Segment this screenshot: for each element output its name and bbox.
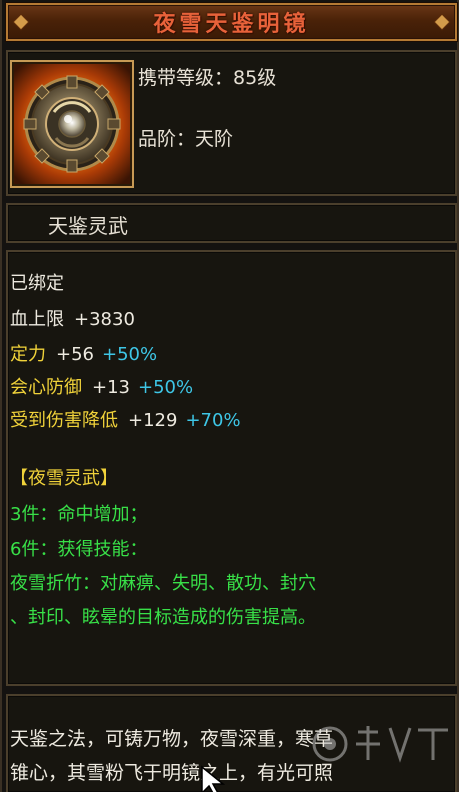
stat-name: 会心防御 (10, 377, 82, 398)
item-name: 夜雪天鉴明镜 (153, 11, 310, 37)
stat-name: 受到伤害降低 (10, 410, 118, 431)
set-bonus-6: 6件：获得技能： (10, 539, 148, 560)
stat-name: 定力 (10, 344, 46, 365)
set-title: 【夜雪灵武】 (10, 468, 118, 489)
grade-value: 天阶 (195, 128, 234, 150)
set-skill-line: 夜雪折竹：对麻痹、失明、散功、封穴 (10, 573, 316, 594)
stat-line: 会心防御 +13 +50% (10, 373, 193, 399)
stat-line: 定力 +56 +50% (10, 340, 157, 366)
bound-status: 已绑定 (10, 273, 64, 294)
stat-percent: +70% (185, 410, 241, 431)
title-ornament-right (434, 14, 450, 30)
item-title-bar: 夜雪天鉴明镜 (6, 3, 457, 41)
stat-value: +129 (128, 410, 178, 431)
carry-level-label: 携带等级： (138, 67, 234, 89)
title-ornament-left (13, 14, 29, 30)
item-tooltip: 夜雪天鉴明镜 携带等级：85级 品阶：天阶 天鉴灵武 已绑定 血上限 +3830… (0, 0, 459, 792)
stat-value: +13 (92, 377, 130, 398)
item-category: 天鉴灵武 (48, 214, 128, 238)
stat-percent: +50% (102, 344, 158, 365)
stat-value: +56 (56, 344, 94, 365)
bronze-mirror-wheel-icon[interactable] (10, 60, 134, 188)
set-skill-line: 、封印、眩晕的目标造成的伤害提高。 (10, 607, 316, 628)
grade-line: 品阶：天阶 (138, 124, 233, 151)
description-line: 锥心，其雪粉飞于明镜之上，有光可照 (10, 762, 334, 784)
stat-line: 血上限 +3830 (10, 305, 135, 331)
stat-value: +3830 (74, 309, 135, 330)
stat-name: 血上限 (10, 309, 64, 330)
stat-percent: +50% (138, 377, 194, 398)
mouse-cursor-icon (201, 765, 226, 792)
carry-level-line: 携带等级：85级 (138, 63, 276, 90)
grade-label: 品阶： (138, 128, 196, 150)
site-watermark-icon (312, 726, 448, 763)
carry-level-value: 85级 (233, 67, 277, 89)
stat-line: 受到伤害降低 +129 +70% (10, 406, 241, 432)
description-line: 天鉴之法，可铸万物，夜雪深重，寒草 (10, 728, 334, 750)
set-bonus-3: 3件：命中增加； (10, 504, 148, 525)
